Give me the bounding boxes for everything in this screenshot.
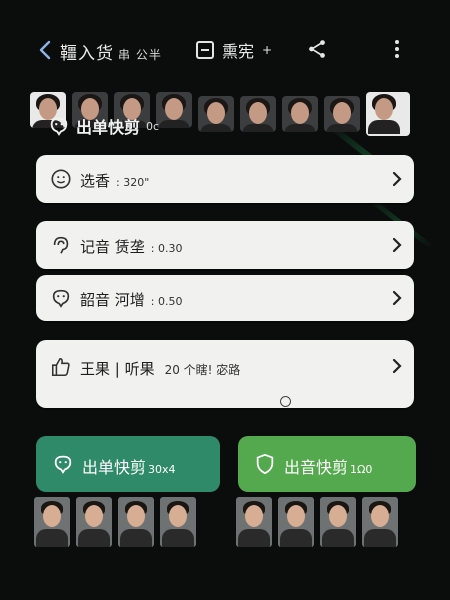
more-vertical-icon[interactable] <box>391 38 403 60</box>
mascot-icon <box>54 455 72 474</box>
avatar[interactable] <box>198 96 234 132</box>
tab-secondary-sub: + <box>262 43 273 57</box>
avatar[interactable] <box>236 497 272 547</box>
mascot-icon <box>52 289 70 308</box>
chevron-right-icon <box>392 237 402 253</box>
mascot-icon <box>50 117 68 136</box>
audio-icon <box>53 236 69 254</box>
chevron-left-icon[interactable] <box>34 38 58 62</box>
page-title-text: 韁入货 <box>60 44 114 64</box>
quick-cut-label-sub: 30x4 <box>148 463 176 476</box>
tab-secondary-label: 熏宪 <box>222 42 255 61</box>
audio-cut-label: 出音快剪 1Ω0 <box>284 454 372 478</box>
card-value: : 0.50 <box>150 295 183 308</box>
avatar[interactable] <box>240 96 276 132</box>
setting-card-audio[interactable]: 记音 赁垄 : 0.30 <box>36 221 414 269</box>
chevron-right-icon <box>392 290 402 306</box>
chevron-right-icon <box>392 171 402 187</box>
card-label: 选香 : 320" <box>80 170 149 191</box>
card-value: 20 个瞎! 宓路 <box>164 363 241 377</box>
quick-cut-label-text: 出单快剪 <box>82 458 147 477</box>
shield-icon <box>256 453 274 475</box>
top-bar: 韁入货串 公半 熏宪 + <box>0 30 450 70</box>
avatar[interactable] <box>156 92 192 128</box>
avatar[interactable] <box>34 497 70 547</box>
avatar[interactable] <box>278 497 314 547</box>
chevron-right-icon <box>392 358 402 374</box>
avatar[interactable] <box>366 92 410 136</box>
photo-strip-bottom-left <box>34 497 196 547</box>
photo-strip-bottom-right <box>236 497 398 547</box>
thumbs-up-icon <box>51 357 70 377</box>
avatar[interactable] <box>320 497 356 547</box>
avatar[interactable] <box>160 497 196 547</box>
card-value: : 320" <box>116 176 150 189</box>
audio-cut-label-sub: 1Ω0 <box>350 463 373 476</box>
avatar[interactable] <box>282 96 318 132</box>
audio-cut-label-text: 出音快剪 <box>284 458 349 477</box>
section-header-sub: 0c <box>146 119 160 133</box>
quick-cut-button[interactable]: 出单快剪 30x4 <box>36 436 220 492</box>
share-icon[interactable] <box>306 38 328 60</box>
card-label: 韶音 河增 : 0.50 <box>80 289 182 310</box>
page-indicator-dot <box>280 396 291 407</box>
card-label-text: 记音 赁垄 <box>80 238 145 256</box>
smile-icon <box>51 169 71 189</box>
audio-cut-button[interactable]: 出音快剪 1Ω0 <box>238 436 416 492</box>
page-title: 韁入货串 公半 <box>60 39 162 64</box>
photo-strip-top-right <box>198 92 410 136</box>
tab-secondary[interactable]: 熏宪 + <box>196 38 272 62</box>
card-label-text: 王果 | 听果 <box>80 360 155 378</box>
card-label-text: 韶音 河增 <box>80 291 145 309</box>
avatar[interactable] <box>76 497 112 547</box>
card-value: : 0.30 <box>150 242 183 255</box>
minus-square-icon <box>196 41 214 59</box>
avatar[interactable] <box>324 96 360 132</box>
avatar[interactable] <box>118 497 154 547</box>
card-label: 记音 赁垄 : 0.30 <box>80 236 182 257</box>
card-label-text: 选香 <box>80 172 111 190</box>
setting-card-selection[interactable]: 选香 : 320" <box>36 155 414 203</box>
setting-card-dub[interactable]: 韶音 河增 : 0.50 <box>36 275 414 321</box>
setting-card-result[interactable]: 王果 | 听果 20 个瞎! 宓路 <box>36 340 414 408</box>
avatar[interactable] <box>362 497 398 547</box>
page-title-sub: 串 公半 <box>118 48 162 62</box>
quick-cut-label: 出单快剪 30x4 <box>82 454 176 478</box>
card-label: 王果 | 听果 20 个瞎! 宓路 <box>80 358 240 379</box>
section-header-text: 出单快剪 <box>76 118 141 137</box>
section-header: 出单快剪 0c <box>48 114 159 138</box>
